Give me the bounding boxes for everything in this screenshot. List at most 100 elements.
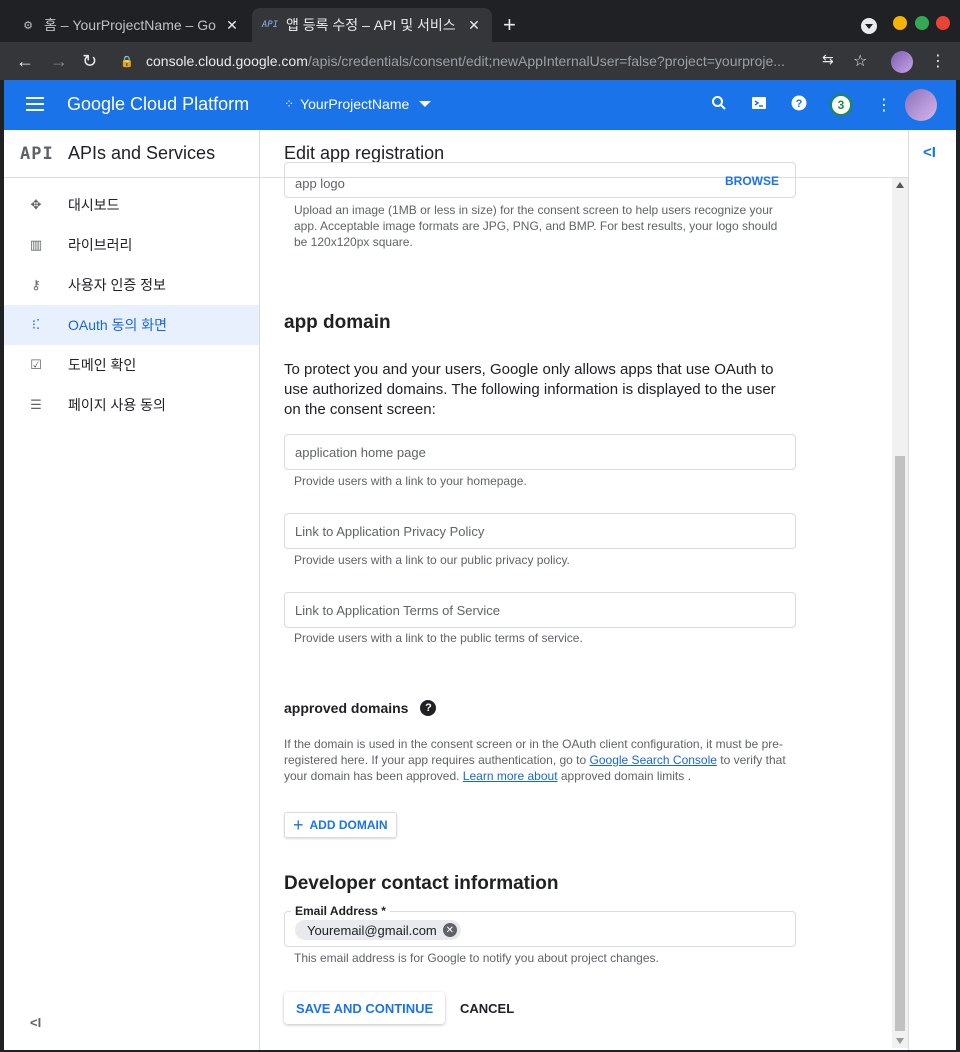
- approved-domains-text-3: approved domain limits .: [557, 769, 691, 783]
- project-name: YourProjectName: [300, 96, 410, 112]
- gear-icon: ⚙: [23, 19, 33, 32]
- minimize-button[interactable]: [893, 16, 907, 30]
- sidebar-item-credentials[interactable]: ⚷ 사용자 인증 정보: [4, 265, 259, 305]
- app-logo-placeholder: app logo: [295, 175, 345, 191]
- sidebar-item-dashboard[interactable]: ✥ 대시보드: [4, 185, 259, 225]
- sidebar-item-page-usage-agreement[interactable]: ☰ 페이지 사용 동의: [4, 385, 259, 425]
- privacy-policy-help: Provide users with a link to our public …: [294, 553, 570, 567]
- sidebar: API APIs and Services ✥ 대시보드 ▥ 라이브러리 ⚷ 사…: [4, 130, 260, 1050]
- maximize-button[interactable]: [915, 16, 929, 30]
- email-chip: Youremail@gmail.com ✕: [295, 920, 461, 940]
- sidebar-item-label: 라이브러리: [68, 237, 133, 253]
- save-and-continue-button[interactable]: SAVE AND CONTINUE: [284, 992, 446, 1024]
- app-domain-heading: app domain: [284, 312, 391, 333]
- reload-icon[interactable]: ↻: [82, 51, 97, 71]
- tab-title: 홈 – YourProjectName – Go: [44, 17, 216, 33]
- sidebar-item-label: OAuth 동의 화면: [68, 317, 167, 333]
- add-domain-button[interactable]: + ADD DOMAIN: [284, 812, 397, 838]
- menu-icon[interactable]: [26, 97, 44, 111]
- email-chip-value: Youremail@gmail.com: [307, 922, 437, 938]
- settings-list-icon: ☰: [30, 397, 42, 412]
- key-icon: ⚷: [31, 277, 41, 292]
- browser-menu-icon[interactable]: ⋮: [930, 51, 946, 71]
- scroll-up-arrow-icon[interactable]: [896, 182, 904, 188]
- gcp-header: Google Cloud Platform ⁘ YourProjectName …: [4, 80, 956, 130]
- sidebar-item-oauth-consent[interactable]: ⁝⁚ OAuth 동의 화면: [4, 305, 259, 345]
- close-window-button[interactable]: [936, 16, 950, 30]
- account-avatar[interactable]: [905, 89, 937, 121]
- url-host: console.cloud.google.com: [146, 53, 308, 69]
- home-page-help: Provide users with a link to your homepa…: [294, 474, 527, 488]
- chevron-down-icon: [419, 101, 432, 107]
- app-logo-help: Upload an image (1MB or less in size) fo…: [294, 203, 778, 249]
- home-page-placeholder: application home page: [295, 444, 426, 460]
- terms-of-service-help: Provide users with a link to the public …: [294, 631, 583, 645]
- close-icon[interactable]: ✕: [224, 17, 240, 34]
- profile-avatar[interactable]: [891, 51, 913, 73]
- scroll-down-arrow-icon[interactable]: [896, 1038, 904, 1044]
- tab-app-registration[interactable]: API 앱 등록 수정 – API 및 서비스 ✕: [252, 8, 492, 42]
- browser-window: ⚙ 홈 – YourProjectName – Go ✕ API 앱 등록 수정…: [0, 0, 960, 1052]
- cloud-shell-icon[interactable]: [751, 95, 767, 116]
- sidebar-item-label: 페이지 사용 동의: [68, 397, 166, 413]
- new-tab-icon[interactable]: +: [503, 14, 516, 36]
- url-field[interactable]: 🔒 console.cloud.google.com /apis/credent…: [120, 50, 810, 72]
- email-address-field[interactable]: Email Address * Youremail@gmail.com ✕: [284, 904, 796, 947]
- back-icon[interactable]: ←: [16, 51, 34, 71]
- notifications-badge[interactable]: 3: [830, 94, 852, 116]
- forward-icon[interactable]: →: [50, 51, 68, 71]
- right-rail: <I: [908, 130, 956, 1050]
- search-icon[interactable]: [711, 95, 727, 116]
- tab-bar: ⚙ 홈 – YourProjectName – Go ✕ API 앱 등록 수정…: [0, 0, 960, 42]
- project-selector[interactable]: ⁘ YourProjectName: [284, 96, 432, 112]
- expand-panel-icon[interactable]: <I: [923, 144, 936, 161]
- project-icon: ⁘: [284, 97, 295, 111]
- address-bar: ← → ↻ 🔒 console.cloud.google.com /apis/c…: [0, 42, 960, 80]
- app-logo-field[interactable]: app logo BROWSE: [284, 162, 796, 198]
- translate-icon[interactable]: ⇆: [822, 51, 834, 68]
- sidebar-item-domain-verification[interactable]: ☑ 도메인 확인: [4, 345, 259, 385]
- search-console-link[interactable]: Google Search Console: [590, 753, 717, 767]
- checkbox-icon: ☑: [30, 357, 42, 372]
- scrollbar-thumb[interactable]: [895, 456, 905, 1031]
- privacy-policy-placeholder: Link to Application Privacy Policy: [295, 523, 485, 539]
- svg-text:?: ?: [796, 98, 803, 110]
- tab-search-icon[interactable]: [861, 18, 877, 34]
- scrollbar[interactable]: [892, 178, 908, 1048]
- tab-home[interactable]: ⚙ 홈 – YourProjectName – Go ✕: [10, 8, 250, 42]
- sidebar-item-library[interactable]: ▥ 라이브러리: [4, 225, 259, 265]
- browse-button[interactable]: BROWSE: [725, 174, 779, 188]
- privacy-policy-input[interactable]: Link to Application Privacy Policy: [284, 513, 796, 549]
- brand-title[interactable]: Google Cloud Platform: [67, 94, 249, 115]
- learn-more-link[interactable]: Learn more about: [463, 769, 558, 783]
- email-address-label: Email Address *: [291, 904, 390, 918]
- library-icon: ▥: [29, 237, 43, 252]
- approved-domains-heading: approved domains ?: [284, 700, 437, 716]
- remove-chip-icon[interactable]: ✕: [442, 923, 457, 937]
- bookmark-star-icon[interactable]: ☆: [853, 51, 867, 71]
- api-favicon: API: [261, 20, 279, 30]
- more-vert-icon[interactable]: ⋮: [876, 95, 892, 115]
- api-logo: API: [20, 143, 54, 164]
- sidebar-item-label: 도메인 확인: [68, 357, 137, 373]
- plus-icon: +: [293, 815, 304, 835]
- sidebar-item-label: 사용자 인증 정보: [68, 277, 166, 293]
- sidebar-item-label: 대시보드: [68, 197, 120, 213]
- oauth-icon: ⁝⁚: [31, 317, 41, 332]
- lock-icon: 🔒: [120, 55, 134, 68]
- cancel-button[interactable]: CANCEL: [448, 992, 526, 1024]
- close-icon[interactable]: ✕: [466, 17, 482, 34]
- home-page-input[interactable]: application home page: [284, 434, 796, 470]
- terms-of-service-input[interactable]: Link to Application Terms of Service: [284, 592, 796, 628]
- dashboard-icon: ✥: [30, 197, 42, 212]
- approved-domains-description: If the domain is used in the consent scr…: [284, 736, 789, 784]
- sidebar-title: APIs and Services: [68, 143, 216, 163]
- email-help: This email address is for Google to noti…: [294, 951, 659, 965]
- url-path: /apis/credentials/consent/edit;newAppInt…: [307, 53, 785, 69]
- approved-domains-label: approved domains: [284, 700, 409, 716]
- developer-contact-heading: Developer contact information: [284, 873, 559, 894]
- collapse-sidebar-icon[interactable]: <I: [30, 1015, 41, 1030]
- tab-title: 앱 등록 수정 – API 및 서비스: [286, 17, 456, 33]
- help-icon[interactable]: ?: [791, 95, 807, 116]
- help-circle-icon[interactable]: ?: [420, 700, 437, 716]
